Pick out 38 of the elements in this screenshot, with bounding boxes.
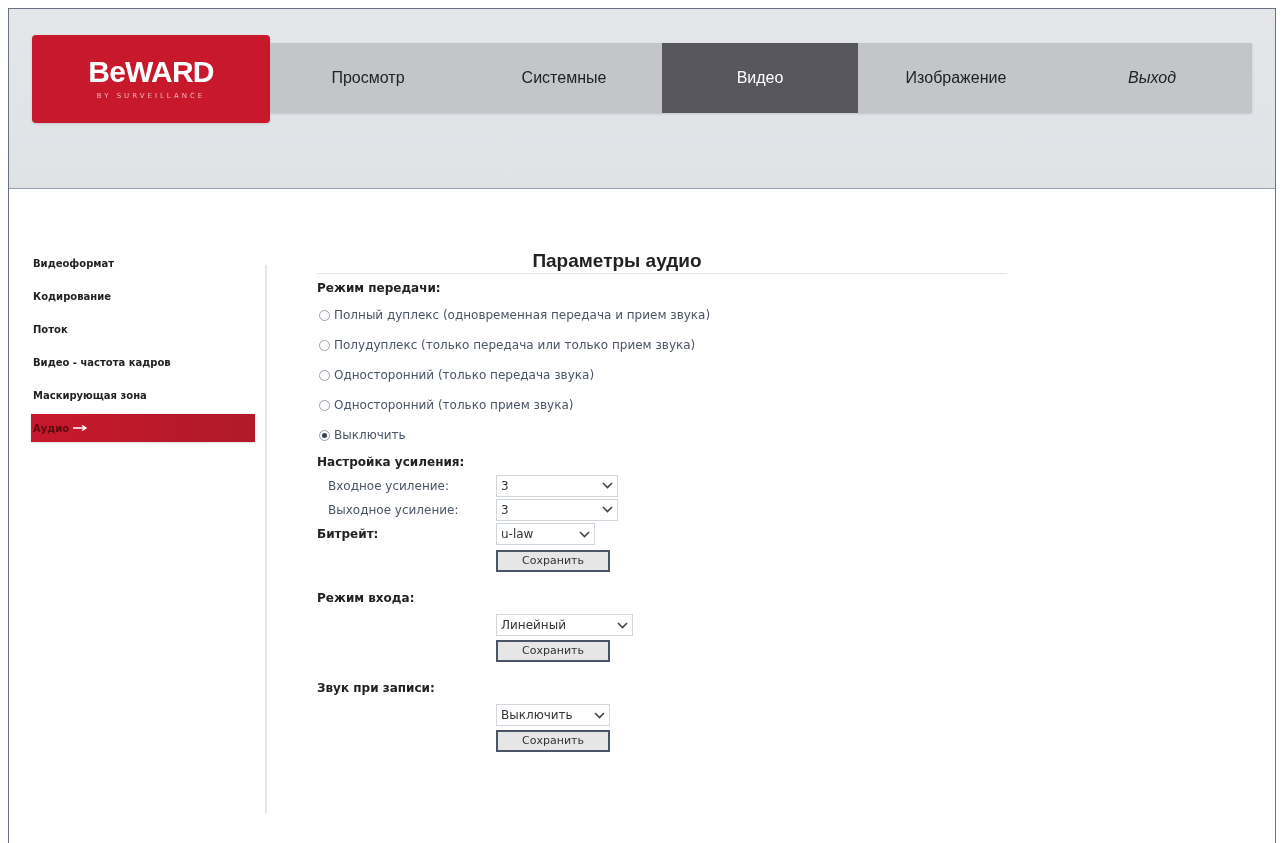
dropdown[interactable]: Линейный	[496, 614, 633, 636]
radio-option[interactable]: Полный дуплекс (одновременная передача и прием звука)	[317, 300, 1275, 330]
dropdown[interactable]: Выключить	[496, 704, 610, 726]
nav-tab[interactable]: Видео	[662, 43, 858, 113]
sidebar-item[interactable]: Кодирование	[31, 282, 255, 310]
radio-option[interactable]: Выключить	[317, 420, 1275, 450]
arrow-icon	[73, 425, 88, 431]
nav-tab[interactable]: Просмотр	[270, 43, 466, 113]
section-label: Звук при записи:	[317, 680, 436, 697]
chevron-down-icon	[602, 482, 613, 489]
chevron-down-icon	[617, 621, 628, 629]
chevron-down-icon	[602, 506, 613, 513]
radio-option[interactable]: Односторонний (только передача звука)	[317, 360, 1275, 390]
sidebar-item[interactable]: Маскирующая зона	[31, 381, 255, 409]
save-button[interactable]: Сохранить	[496, 730, 610, 752]
nav-tab[interactable]: Изображение	[858, 43, 1054, 113]
section-label: Настройка усиления:	[317, 454, 466, 471]
logo-text: BeWARD	[88, 56, 214, 87]
sidebar-item[interactable]: Видео - частота кадров	[31, 348, 255, 376]
chevron-down-icon	[579, 530, 590, 538]
section-label: Битрейт:	[317, 526, 380, 543]
page-title: Параметры аудио	[532, 249, 702, 273]
field-label: Выходное усиление:	[327, 501, 460, 519]
nav-tab[interactable]: Системные	[466, 43, 662, 113]
dropdown[interactable]: 3	[496, 474, 618, 497]
sidebar-item[interactable]: Поток	[31, 315, 255, 343]
save-button[interactable]: Сохранить	[496, 640, 610, 662]
save-button[interactable]: Сохранить	[496, 550, 610, 572]
section-label: Режим передачи:	[317, 280, 442, 297]
chevron-down-icon	[594, 711, 605, 719]
radio-option[interactable]: Полудуплекс (только передача или только прием звука)	[317, 330, 1275, 360]
dropdown[interactable]: 3	[496, 498, 618, 521]
field-label: Входное усиление:	[327, 477, 450, 495]
section-label: Режим входа:	[317, 590, 416, 607]
radio-option[interactable]: Односторонний (только прием звука)	[317, 390, 1275, 420]
dropdown[interactable]: u-law	[496, 523, 595, 545]
nav-tab[interactable]: Выход	[1054, 43, 1250, 113]
sidebar-item[interactable]: Видеоформат	[31, 249, 255, 277]
